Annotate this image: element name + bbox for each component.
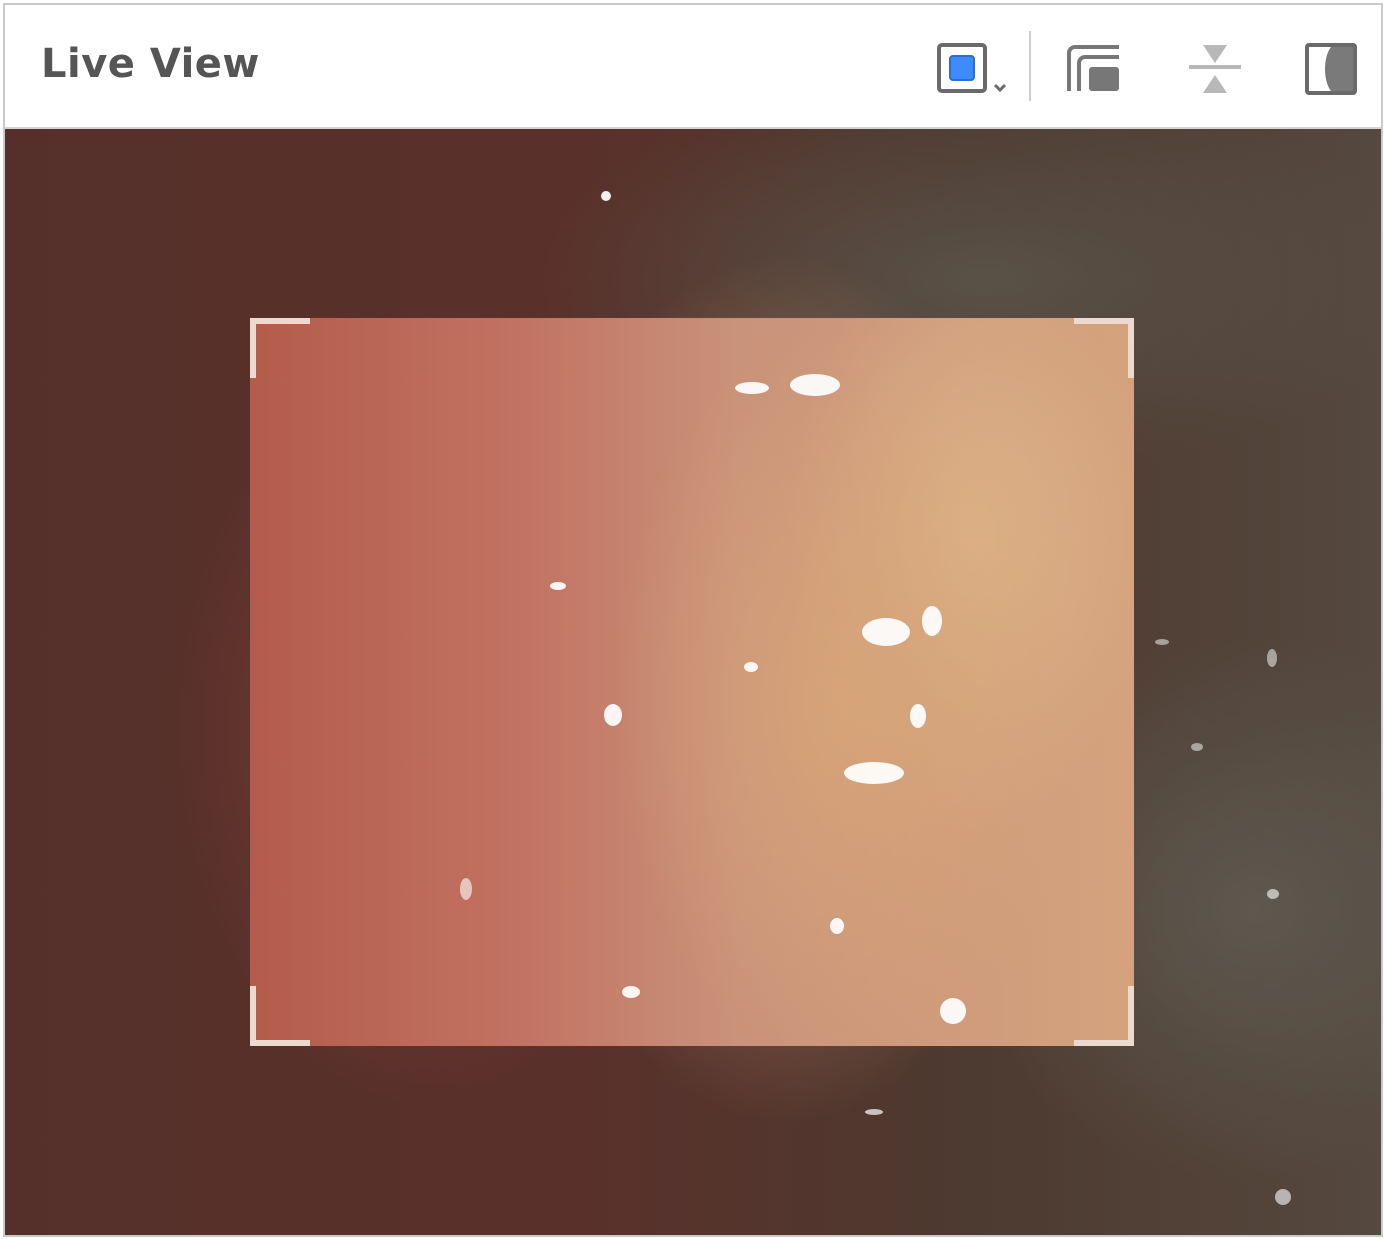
focus-corner-bottom-left [250,986,310,1046]
live-camera-feed[interactable] [5,129,1381,1235]
square-select-icon [937,43,1007,93]
panel-title: Live View [41,41,260,87]
focus-corner-bottom-right [1074,986,1134,1046]
focus-area-overlay[interactable] [250,318,1134,1046]
highlight [922,606,942,636]
highlight [865,1109,883,1115]
highlight [460,878,472,900]
highlight [862,618,910,646]
highlight [550,582,566,590]
view-mode-dropdown-button[interactable] [933,35,1015,99]
contrast-button[interactable] [1301,35,1369,99]
live-view-panel: Live View [3,3,1383,1237]
highlight [910,704,926,728]
highlight [735,382,769,394]
focus-corner-top-right [1074,318,1134,378]
align-center-button[interactable] [1181,35,1249,99]
layers-icon [1067,45,1119,91]
focus-corner-top-left [250,318,310,378]
highlight [622,986,640,998]
highlight [744,662,758,672]
highlight [604,704,622,726]
layers-button[interactable] [1061,35,1129,99]
highlight [830,918,844,934]
highlight [790,374,840,396]
highlight [601,191,611,201]
chevron-down-icon [993,83,1007,93]
highlight [1267,649,1277,667]
highlight [940,998,966,1024]
contrast-icon [1305,43,1357,95]
highlight [1155,639,1169,645]
panel-header: Live View [5,5,1381,129]
highlight [1275,1189,1291,1205]
highlight [1267,889,1279,899]
align-center-icon [1189,45,1241,93]
toolbar-divider [1029,31,1031,101]
highlight [844,762,904,784]
highlight [1191,743,1203,751]
